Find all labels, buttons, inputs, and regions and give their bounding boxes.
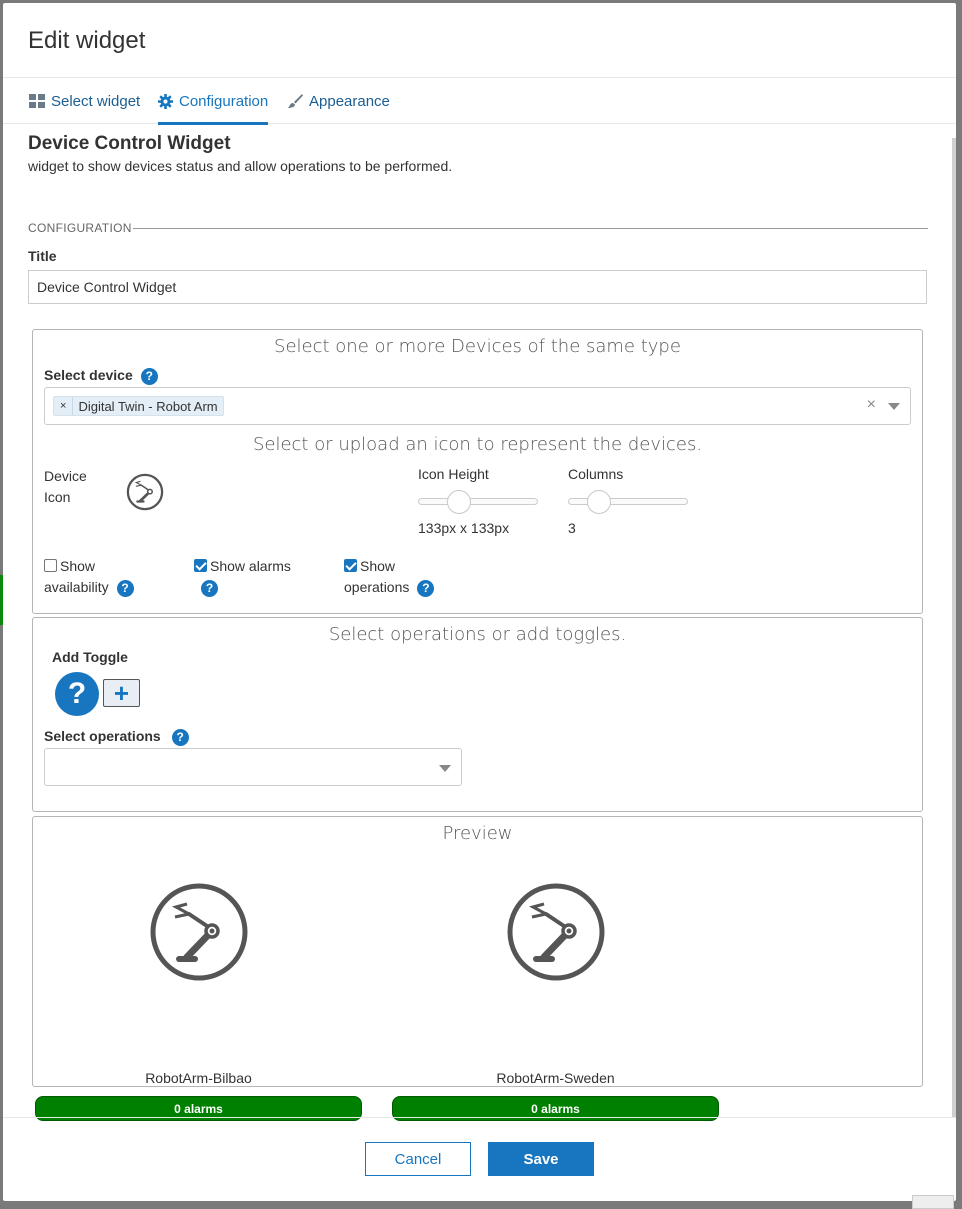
show-operations-checkbox[interactable] [344,559,357,572]
backdrop-corner-element [912,1195,954,1209]
section-divider [133,228,928,229]
select-operations-label: Select operations? [44,728,189,746]
slider-thumb[interactable] [587,490,611,514]
slider-thumb[interactable] [447,490,471,514]
scrollbar[interactable] [952,138,956,1118]
grid-icon [29,94,45,108]
select-device-label-text: Select device [44,367,133,383]
icon-height-label: Icon Height [418,466,489,482]
chevron-down-icon[interactable] [439,765,451,772]
widget-name: Device Control Widget [28,133,231,154]
selected-device-chip: × Digital Twin - Robot Arm [53,396,224,416]
help-icon[interactable]: ? [201,579,218,597]
select-operations-label-text: Select operations [44,728,161,744]
tab-label: Select widget [51,92,141,110]
help-icon[interactable]: ? [116,579,134,597]
help-icon[interactable]: ? [417,579,435,597]
operations-panel-heading: Select operations or add toggles. [328,624,627,645]
device-icon-label-line1: Device [44,468,87,484]
columns-value: 3 [568,520,576,536]
configuration-section-label: CONFIGURATION [28,221,132,235]
robot-arm-icon[interactable] [126,473,164,511]
show-availability-checkbox[interactable] [44,559,57,572]
tab-select-widget[interactable]: Select widget [29,78,140,124]
widget-description: widget to show devices status and allow … [28,158,453,174]
slider-track [568,498,688,505]
show-availability-label-1: Show [60,558,96,574]
tab-configuration[interactable]: Configuration [158,78,269,125]
icon-height-value: 133px x 133px [418,520,510,536]
show-availability-option: Show availability? [44,556,134,598]
device-select[interactable]: × Digital Twin - Robot Arm × [44,387,911,425]
slider-track [418,498,538,505]
footer-divider [3,1117,956,1118]
brush-icon [287,93,303,109]
show-alarms-option: Show alarms ? [194,556,291,598]
add-toggle-label: Add Toggle [52,649,128,665]
devices-panel-heading: Select one or more Devices of the same t… [274,336,681,357]
tab-appearance[interactable]: Appearance [287,78,390,124]
devices-panel: Select one or more Devices of the same t… [32,329,923,614]
operations-panel: Select operations or add toggles. Add To… [32,617,923,812]
help-icon[interactable]: ? [140,367,158,385]
help-icon[interactable]: ? [171,728,189,746]
chip-remove-icon[interactable]: × [54,397,74,415]
device-name: RobotArm-Bilbao [145,1070,252,1086]
preview-heading: Preview [442,823,513,844]
operations-select[interactable] [44,748,462,786]
chip-label: Digital Twin - Robot Arm [78,398,218,414]
columns-slider[interactable] [568,490,688,514]
device-icon-label-line2: Icon [44,489,71,505]
show-operations-option: Show operations? [344,556,435,598]
device-name: RobotArm-Sweden [496,1070,615,1086]
dialog-title: Edit widget [28,27,146,54]
tab-bar: Select widget Configuration Appearance [3,78,956,125]
gear-icon [158,93,173,109]
preview-panel: Preview RobotArm-Bilbao 0 alarms RobotAr… [32,816,923,1121]
clear-selection-icon[interactable]: × [867,396,876,414]
tab-label: Configuration [179,92,269,110]
add-toggle-button[interactable]: + [103,679,140,707]
cancel-button[interactable]: Cancel [365,1142,471,1176]
chevron-down-icon[interactable] [888,403,900,410]
robot-arm-icon [150,883,248,981]
show-operations-label-1: Show [360,558,396,574]
select-device-label: Select device? [44,367,158,385]
toggle-help-icon[interactable]: ? [55,672,99,716]
device-icon-label: Device Icon [44,466,87,508]
edit-widget-dialog: Edit widget Select widget Configuration … [3,3,956,1201]
robot-arm-icon [507,883,605,981]
columns-label: Columns [568,466,624,482]
save-button[interactable]: Save [488,1142,594,1176]
show-operations-label-2: operations [344,579,410,595]
show-availability-label-2: availability [44,579,109,595]
title-input[interactable] [28,270,927,304]
show-alarms-checkbox[interactable] [194,559,207,572]
icon-height-slider[interactable] [418,490,538,514]
tab-label: Appearance [309,92,390,110]
title-label: Title [28,248,57,264]
icon-panel-heading: Select or upload an icon to represent th… [252,434,703,455]
show-alarms-label: Show alarms [210,558,291,574]
